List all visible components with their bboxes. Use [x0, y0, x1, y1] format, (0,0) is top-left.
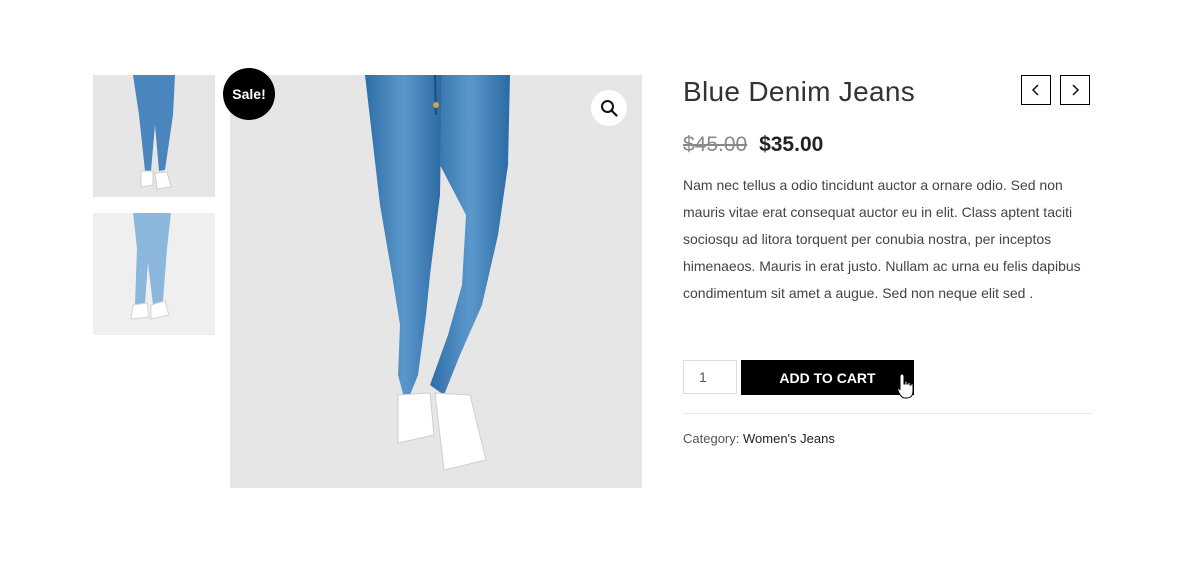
zoom-button[interactable]: [591, 90, 627, 126]
jeans-side-thumbnail-image: [130, 213, 171, 320]
sale-price: $35.00: [759, 133, 824, 156]
hand-pointer-icon: [897, 373, 914, 399]
product-description: Nam nec tellus a odio tincidunt auctor a…: [683, 177, 1081, 301]
jeans-main-image: [365, 75, 510, 471]
jeans-thumbnail-image: [133, 75, 175, 190]
summary-divider: [683, 413, 1092, 414]
product-price: $45.00 $35.00: [683, 133, 823, 157]
original-price: $45.00: [683, 133, 748, 156]
quantity-input[interactable]: [683, 360, 737, 394]
product-main-image[interactable]: [230, 75, 642, 488]
previous-product-button[interactable]: [1021, 75, 1051, 105]
chevron-left-icon: [1031, 84, 1039, 96]
category-link[interactable]: Women's Jeans: [743, 431, 835, 446]
add-to-cart-button[interactable]: ADD TO CART: [741, 360, 914, 395]
sale-badge: Sale!: [223, 68, 275, 120]
chevron-right-icon: [1072, 84, 1080, 96]
product-title: Blue Denim Jeans: [683, 76, 916, 107]
category-label: Category:: [683, 431, 740, 446]
gallery-thumbnail-1[interactable]: [93, 75, 215, 197]
product-meta: Category: Women's Jeans: [683, 431, 835, 446]
gallery-thumbnail-2[interactable]: [93, 213, 215, 335]
magnifier-icon: [601, 100, 618, 117]
next-product-button[interactable]: [1060, 75, 1090, 105]
